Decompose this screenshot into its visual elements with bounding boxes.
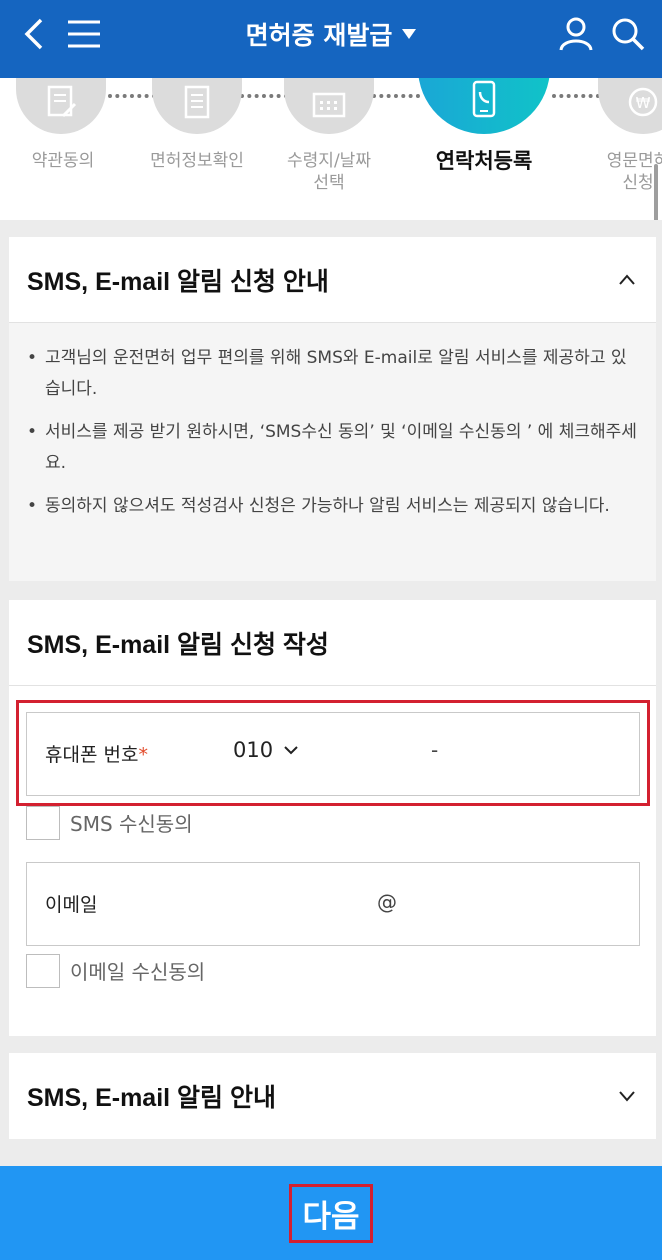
- email-domain-input[interactable]: [411, 883, 631, 927]
- step-progress: ₩ 약관동의 면허정보확인 수령지/날짜 선택 연락처등록 영문면허 신청: [0, 78, 662, 220]
- next-button[interactable]: 다음: [289, 1183, 373, 1243]
- document-list-icon: [184, 85, 210, 119]
- svg-text:₩: ₩: [636, 94, 651, 112]
- chevron-up-icon[interactable]: [618, 271, 636, 289]
- step-connector: [108, 94, 156, 98]
- step-connector: [240, 94, 288, 98]
- info-card: SMS, E-mail 알림 안내: [9, 1053, 656, 1139]
- chevron-down-icon[interactable]: [618, 1087, 636, 1105]
- step-contact-circle: [418, 78, 550, 134]
- form-header: SMS, E-mail 알림 신청 작성: [9, 600, 656, 686]
- step-connector: [372, 94, 420, 98]
- form-title: SMS, E-mail 알림 신청 작성: [27, 630, 329, 659]
- step-date-circle: [284, 78, 374, 134]
- notice-item: • 동의하지 않으셔도 적성검사 신청은 가능하나 알림 서비스는 제공되지 않습…: [27, 496, 610, 516]
- won-coin-icon: ₩: [628, 87, 658, 117]
- footer-bar: 다음: [0, 1166, 662, 1260]
- notice-item: • 고객님의 운전면허 업무 편의를 위해 SMS와 E-mail로 알림 서비스…: [27, 348, 627, 399]
- caret-down-icon: [402, 29, 417, 39]
- email-at-sign: @: [377, 890, 397, 914]
- page-title: 면허증 재발급: [245, 21, 393, 50]
- sms-consent-checkbox[interactable]: [26, 806, 60, 840]
- email-id-input[interactable]: [177, 883, 367, 927]
- document-edit-icon: [47, 85, 77, 118]
- notice-card: SMS, E-mail 알림 신청 안내 • 고객님의 운전면허 업무 편의를 위…: [9, 237, 656, 581]
- form-card: SMS, E-mail 알림 신청 작성 휴대폰 번호* 010 - SMS 수…: [9, 600, 656, 1036]
- sms-consent-label: SMS 수신동의: [70, 812, 193, 836]
- email-consent-label: 이메일 수신동의: [70, 960, 206, 984]
- notice-item: • 서비스를 제공 받기 원하시면, ‘SMS수신 동의’ 및 ‘이메일 수신동의…: [27, 422, 637, 473]
- step-label-license: 면허정보확인: [150, 151, 244, 171]
- step-license-circle: [152, 78, 242, 134]
- phone-highlight-box: [16, 700, 650, 806]
- email-label: 이메일: [45, 894, 98, 916]
- info-title: SMS, E-mail 알림 안내: [27, 1084, 276, 1112]
- info-header[interactable]: SMS, E-mail 알림 안내: [9, 1053, 656, 1139]
- step-connector: [552, 94, 600, 98]
- email-consent-checkbox[interactable]: [26, 954, 60, 988]
- step-label-contact: 연락처등록: [435, 149, 533, 173]
- phone-icon: [472, 80, 496, 118]
- step-english-circle: ₩: [598, 78, 662, 134]
- step-terms-circle: [16, 78, 106, 134]
- calendar-icon: [312, 92, 346, 118]
- notice-header[interactable]: SMS, E-mail 알림 신청 안내: [9, 237, 656, 323]
- search-icon[interactable]: [608, 12, 648, 56]
- step-label-date: 수령지/날짜 선택: [287, 151, 371, 193]
- notice-body: • 고객님의 운전면허 업무 편의를 위해 SMS와 E-mail로 알림 서비스…: [9, 323, 656, 581]
- email-field: 이메일 @: [26, 862, 640, 946]
- notice-title: SMS, E-mail 알림 신청 안내: [27, 267, 329, 296]
- app-header: 면허증 재발급: [0, 0, 662, 78]
- scrollbar[interactable]: [654, 164, 658, 220]
- step-label-terms: 약관동의: [31, 151, 95, 171]
- user-icon[interactable]: [556, 12, 596, 56]
- step-label-english: 영문면허 신청: [606, 151, 662, 193]
